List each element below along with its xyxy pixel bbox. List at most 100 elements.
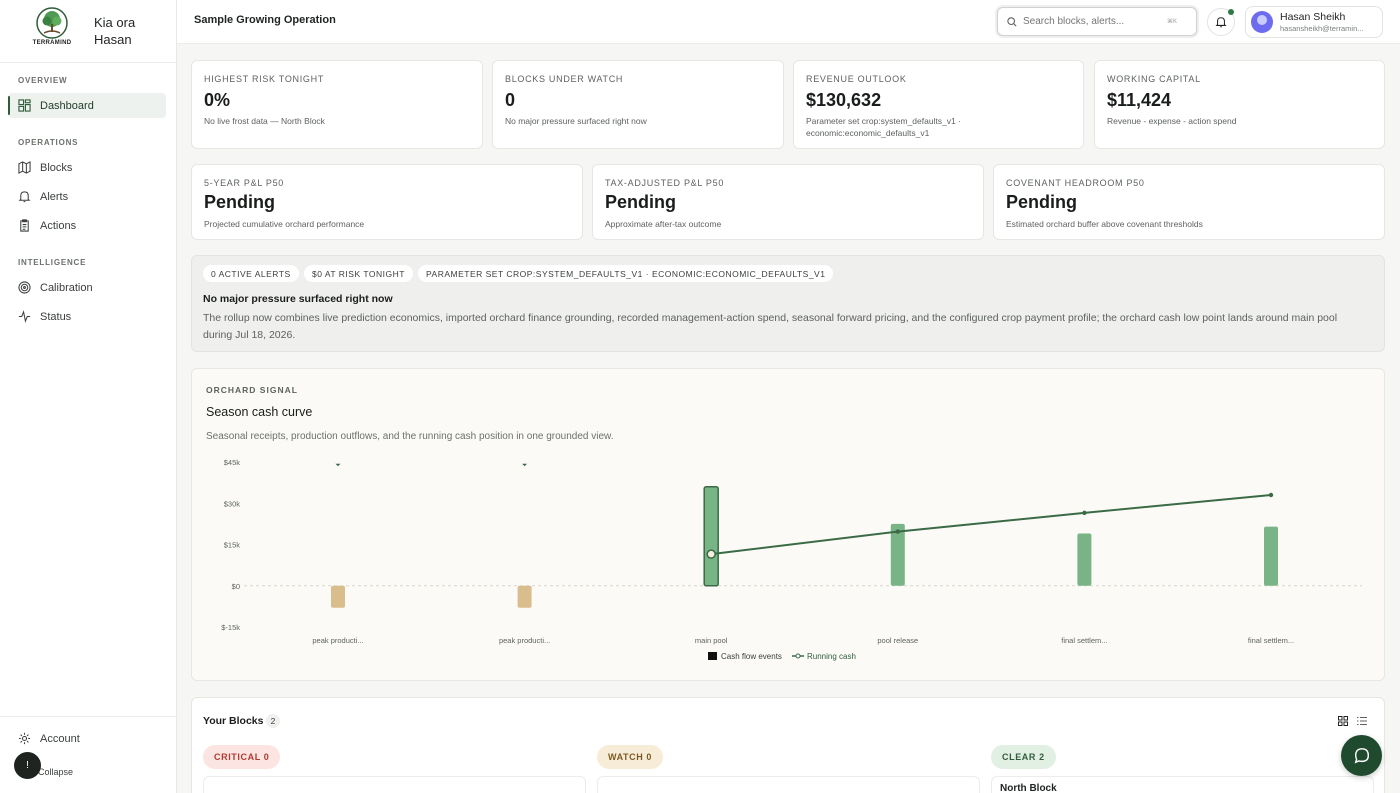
chat-bubble-icon — [1354, 747, 1369, 764]
kpi-card-tax-adjusted-pl: Tax-adjusted P&L P50 Pending Approximate… — [592, 164, 984, 240]
critical-column — [203, 776, 586, 793]
kpi-subtext: No major pressure surfaced right now — [505, 116, 647, 126]
running-cash-marker — [335, 463, 341, 467]
sidebar-item-label: Dashboard — [40, 99, 94, 112]
kpi-subtext: Parameter set crop:system_defaults_v1 · … — [806, 116, 961, 138]
activity-icon — [18, 310, 31, 323]
page-title: Sample Growing Operation — [194, 14, 336, 26]
sidebar-item-label: Alerts — [40, 190, 69, 203]
running-cash-point — [1082, 510, 1087, 516]
y-tick-label: $0 — [232, 582, 240, 591]
notifications-button[interactable] — [1207, 8, 1235, 36]
summary-title: No major pressure surfaced right now — [203, 293, 393, 305]
terramind-logo[interactable]: TERRAMIND — [30, 7, 74, 55]
chat-button[interactable] — [1341, 735, 1382, 776]
cash-flow-bar — [1077, 533, 1092, 586]
column-watch-chip[interactable]: WATCH 0 — [597, 745, 664, 769]
search-box[interactable]: ⌘K — [997, 7, 1197, 36]
kpi-card-covenant-headroom: Covenant headroom P50 Pending Estimated … — [993, 164, 1385, 240]
x-tick-label: pool release — [877, 636, 918, 645]
gear-icon — [18, 732, 31, 745]
bell-icon — [1215, 17, 1227, 28]
legend-swatch-running-cash-dot — [795, 653, 801, 659]
kpi-subtext: Approximate after-tax outcome — [605, 219, 722, 229]
watch-column — [597, 776, 980, 793]
sidebar-item-label: Actions — [40, 219, 77, 232]
user-menu[interactable]: Hasan Sheikh hasansheikh@terramin... — [1245, 6, 1383, 38]
legend-swatch-cash-flow — [708, 652, 717, 660]
chip-active-alerts: 0 active alerts — [203, 265, 299, 282]
grid-view-toggle[interactable] — [1336, 714, 1350, 728]
topbar: Sample Growing Operation ⌘K Hasan Sheikh… — [177, 0, 1400, 44]
kpi-subtext: No live frost data — North Block — [204, 116, 325, 126]
legend-label-running-cash: Running cash — [807, 652, 856, 661]
search-icon — [1007, 16, 1017, 27]
kpi-card-revenue-outlook: Revenue outlook $130,632 Parameter set c… — [793, 60, 1084, 149]
y-tick-label: $30k — [224, 499, 241, 508]
sidebar-item-label: Account — [40, 732, 80, 745]
bell-icon — [18, 191, 31, 203]
blocks-count-badge: 2 — [266, 714, 280, 728]
kpi-value: 0% — [204, 90, 231, 110]
collapse-button[interactable]: ! — [14, 752, 41, 779]
logo-text: TERRAMIND — [32, 40, 72, 46]
tree-logo-icon — [36, 7, 68, 39]
running-cash-line — [711, 494, 1272, 556]
column-critical-chip[interactable]: CRITICAL 0 — [203, 745, 281, 769]
cash-flow-bar — [703, 486, 719, 587]
block-name[interactable]: North Block — [1000, 783, 1057, 793]
kpi-label: Revenue outlook — [806, 74, 907, 84]
cash-flow-bar — [1264, 526, 1278, 586]
kpi-value: Pending — [1006, 192, 1077, 212]
y-tick-label: $15k — [224, 541, 241, 550]
season-cash-chart-card: ORCHARD SIGNAL Season cash curve Seasona… — [191, 368, 1385, 681]
column-clear-chip[interactable]: CLEAR 2 — [991, 745, 1056, 769]
kpi-label: Blocks under watch — [505, 74, 624, 84]
greeting: Kia ora Hasan — [94, 15, 136, 47]
season-cash-chart: $45k $30k $15k $0 $-15k peak producti... peak … — [221, 458, 1362, 661]
x-tick-label: peak producti... — [499, 636, 550, 645]
kpi-label: Highest risk tonight — [204, 74, 325, 84]
list-view-toggle[interactable] — [1355, 714, 1369, 728]
clipboard-icon — [20, 219, 29, 232]
brand: TERRAMIND Kia ora Hasan — [0, 0, 176, 63]
sidebar: TERRAMIND Kia ora Hasan Overview Dashboa… — [0, 0, 177, 793]
running-cash-marker — [522, 463, 528, 467]
your-blocks-card: Your Blocks 2 CRITICAL 0 WATCH 0 CLEAR 2… — [191, 697, 1385, 793]
kpi-label: Tax-adjusted P&L P50 — [605, 178, 725, 188]
summary-body: The rollup now combines live prediction … — [203, 312, 1338, 341]
kpi-subtext: Revenue - expense - action spend — [1107, 116, 1237, 126]
kpi-subtext: Estimated orchard buffer above covenant … — [1006, 219, 1203, 229]
x-tick-label: final settlem... — [1061, 636, 1107, 645]
collapse-label[interactable]: Collapse — [38, 767, 73, 777]
notification-dot — [1228, 9, 1234, 15]
sidebar-item-actions[interactable]: Actions — [8, 213, 166, 238]
sidebar-item-status[interactable]: Status — [8, 304, 166, 329]
clear-column: North Block — [991, 776, 1374, 793]
blocks-title: Your Blocks — [203, 715, 264, 727]
search-shortcut: ⌘K — [1167, 19, 1178, 25]
kpi-value: Pending — [605, 192, 676, 212]
sidebar-item-calibration[interactable]: Calibration — [8, 275, 166, 300]
y-tick-label: $45k — [224, 458, 241, 467]
grid-view-icon — [1338, 716, 1348, 726]
sidebar-item-dashboard[interactable]: Dashboard — [8, 93, 166, 118]
sidebar-item-label: Blocks — [40, 161, 73, 174]
running-cash-point-active — [706, 549, 716, 559]
sidebar-item-account[interactable]: Account — [8, 726, 166, 751]
search-input[interactable] — [1023, 16, 1163, 27]
kpi-card-highest-risk: Highest risk tonight 0% No live frost da… — [191, 60, 483, 149]
sidebar-item-alerts[interactable]: Alerts — [8, 184, 166, 209]
grid-icon — [18, 99, 31, 112]
running-cash-point — [895, 529, 900, 534]
cash-flow-bar — [517, 585, 532, 608]
y-tick-label: $-15k — [221, 623, 240, 632]
nav-section-operations: Operations — [18, 138, 79, 147]
x-tick-label: peak producti... — [312, 636, 363, 645]
kpi-value: Pending — [204, 192, 275, 212]
legend-label-cash-flow: Cash flow events — [721, 652, 782, 661]
target-icon — [18, 281, 31, 294]
sidebar-item-blocks[interactable]: Blocks — [8, 155, 166, 180]
map-icon — [18, 161, 31, 174]
nav-section-overview: Overview — [18, 76, 68, 85]
